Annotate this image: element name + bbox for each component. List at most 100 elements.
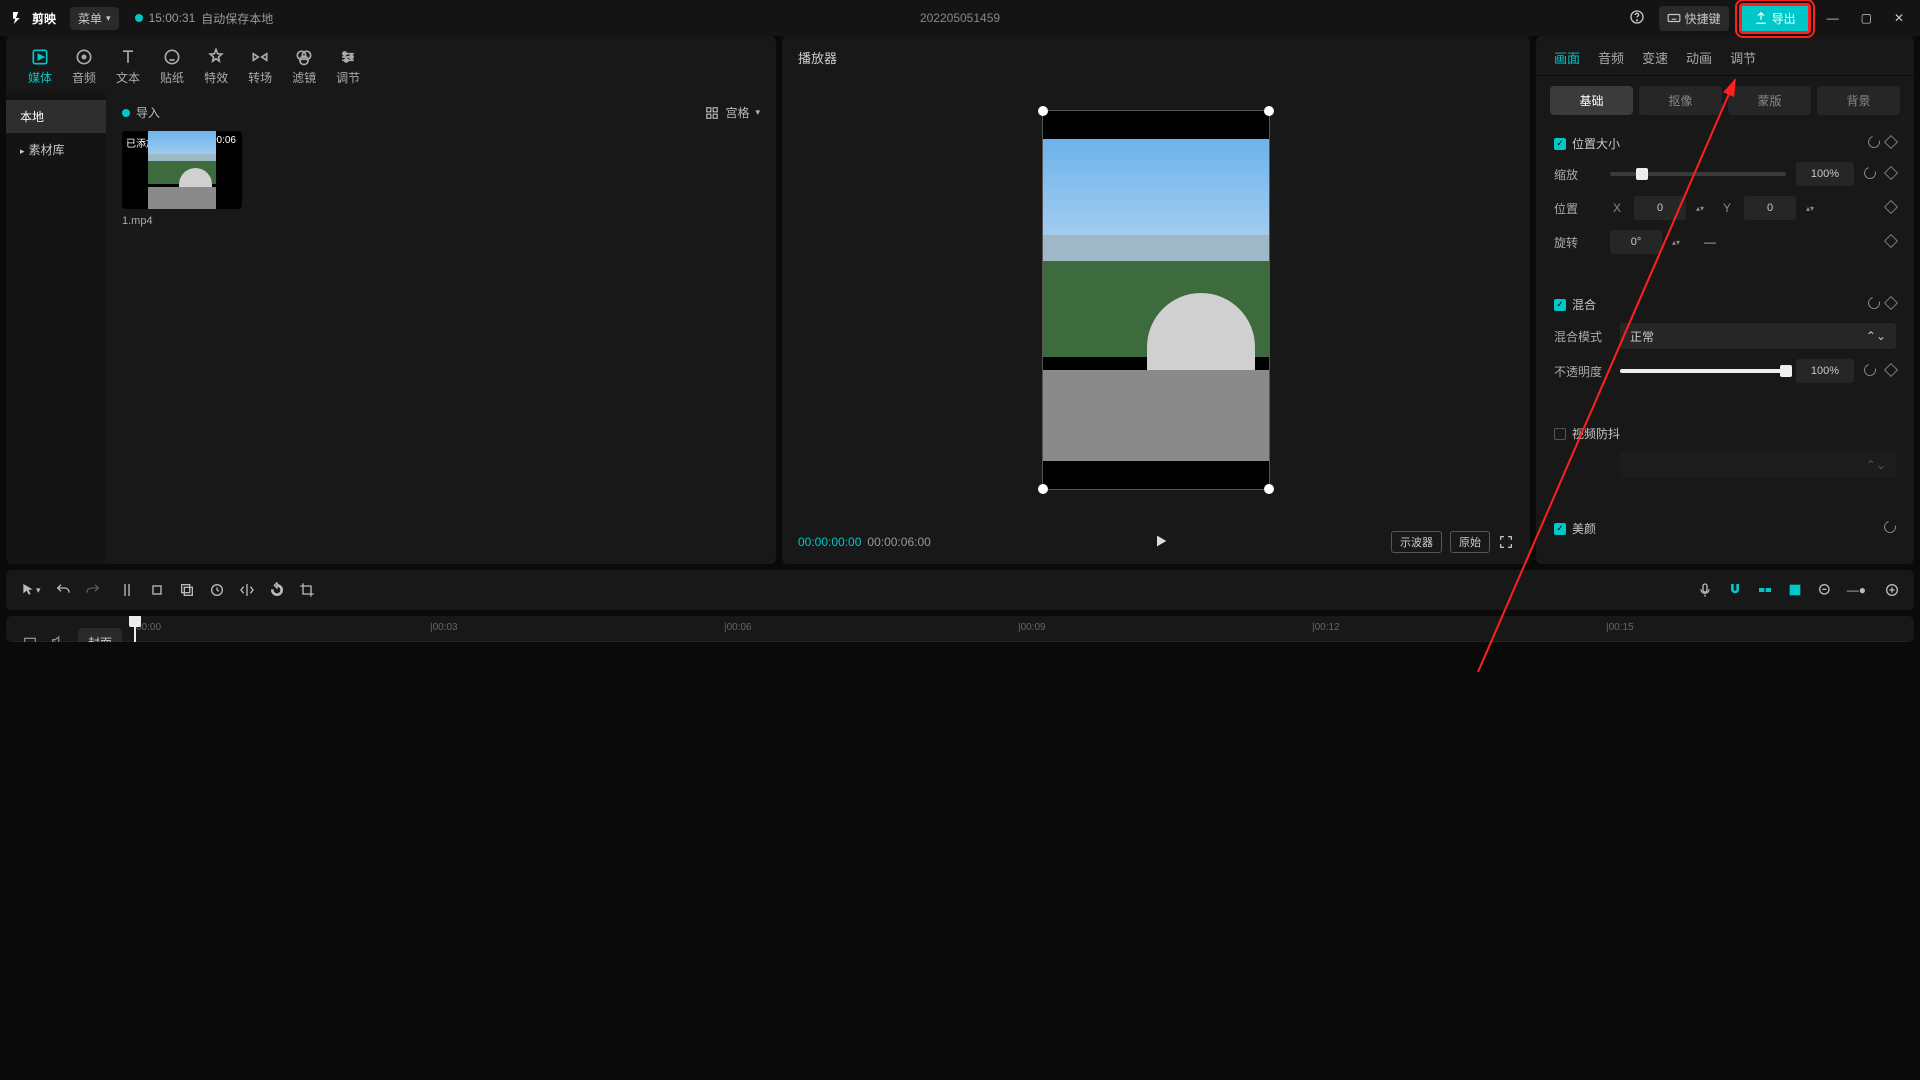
keyframe-icon[interactable] [1886, 136, 1896, 151]
section-label-beauty: 美颜 [1572, 520, 1596, 537]
oscilloscope-button[interactable]: 示波器 [1391, 531, 1442, 553]
mirror-icon[interactable] [239, 582, 255, 598]
tab-sticker[interactable]: 贴纸 [160, 47, 184, 92]
play-button[interactable] [1153, 533, 1169, 552]
copy-icon[interactable] [179, 582, 195, 598]
reset-blend-icon[interactable] [1868, 297, 1880, 312]
prop-tab-speed[interactable]: 变速 [1642, 48, 1668, 67]
view-grid-label: 宫格 [725, 104, 749, 121]
stabilize-select-disabled: ⌃⌄ [1620, 452, 1896, 478]
mic-icon[interactable] [1697, 582, 1713, 598]
reset-scale-icon[interactable] [1864, 167, 1876, 182]
time-total: 00:00:06:00 [867, 535, 930, 549]
media-sidebar: 本地 ▸素材库 [6, 92, 106, 564]
keyframe-position-icon[interactable] [1886, 201, 1896, 215]
tab-text[interactable]: 文本 [116, 47, 140, 92]
reset-beauty-icon[interactable] [1884, 521, 1896, 536]
prop-tab-adjust[interactable]: 调节 [1730, 48, 1756, 67]
tab-media[interactable]: 媒体 [28, 47, 52, 92]
reset-icon[interactable] [1868, 136, 1880, 151]
undo-icon[interactable] [55, 582, 71, 598]
autosave-status: 15:00:31 自动保存本地 [135, 10, 274, 27]
close-icon[interactable]: ✕ [1888, 7, 1910, 29]
import-button[interactable]: 导入 [122, 104, 160, 121]
rotate-reset-icon[interactable]: — [1704, 235, 1716, 249]
maximize-icon[interactable]: ▢ [1855, 7, 1878, 29]
rotate-icon[interactable] [269, 582, 285, 598]
subtab-mask[interactable]: 蒙版 [1728, 86, 1811, 115]
sidebar-item-library[interactable]: ▸素材库 [6, 133, 106, 166]
blend-mode-select[interactable]: 正常 ⌃⌄ [1620, 323, 1896, 349]
zoom-slider-icon[interactable]: —● [1847, 583, 1866, 597]
export-button[interactable]: 导出 [1739, 3, 1811, 34]
reset-opacity-icon[interactable] [1864, 364, 1876, 379]
keyframe-blend-icon[interactable] [1886, 297, 1896, 312]
subtab-cutout[interactable]: 抠像 [1639, 86, 1722, 115]
tab-adjust[interactable]: 调节 [336, 47, 360, 92]
checkbox-blend[interactable]: ✓ [1554, 299, 1566, 311]
view-grid-dropdown[interactable]: 宫格 ▾ [705, 104, 760, 121]
subtab-background[interactable]: 背景 [1817, 86, 1900, 115]
prop-tab-picture[interactable]: 画面 [1554, 48, 1580, 67]
sidebar-item-local[interactable]: 本地 [6, 100, 106, 133]
tab-filter[interactable]: 滤镜 [292, 47, 316, 92]
magnet-main-icon[interactable] [1727, 582, 1743, 598]
track-toggle-icon[interactable] [22, 633, 38, 643]
rotate-stepper[interactable]: ▴▾ [1672, 238, 1686, 247]
opacity-slider[interactable] [1620, 369, 1786, 373]
keyframe-scale-icon[interactable] [1886, 167, 1896, 181]
redo-icon[interactable] [85, 582, 101, 598]
player-canvas[interactable] [1042, 110, 1270, 490]
time-current: 00:00:00:00 [798, 535, 861, 549]
chevron-down-icon: ▾ [106, 13, 111, 24]
pointer-tool-icon[interactable]: ▾ [20, 582, 41, 598]
delete-icon[interactable] [149, 582, 165, 598]
resize-handle-tr[interactable] [1264, 106, 1274, 116]
menu-button[interactable]: 菜单 ▾ [70, 7, 119, 30]
checkbox-stabilize[interactable] [1554, 428, 1566, 440]
position-y-input[interactable]: 0 [1744, 196, 1796, 220]
checkbox-beauty[interactable]: ✓ [1554, 523, 1566, 535]
shortcut-button[interactable]: 快捷键 [1659, 6, 1729, 31]
minimize-icon[interactable]: — [1821, 7, 1845, 29]
status-dot-icon [135, 14, 143, 22]
zoom-out-icon[interactable] [1817, 582, 1833, 598]
cover-button[interactable]: 封面 [78, 628, 122, 643]
scale-value[interactable]: 100% [1796, 162, 1854, 186]
split-icon[interactable] [119, 582, 135, 598]
prop-tab-audio[interactable]: 音频 [1598, 48, 1624, 67]
original-ratio-button[interactable]: 原始 [1450, 531, 1490, 553]
crop-icon[interactable] [299, 582, 315, 598]
preview-axis-icon[interactable] [1787, 582, 1803, 598]
resize-handle-bl[interactable] [1038, 484, 1048, 494]
link-track-icon[interactable] [1757, 582, 1773, 598]
scale-slider[interactable] [1610, 172, 1786, 176]
help-icon[interactable] [1625, 5, 1649, 32]
subtab-basic[interactable]: 基础 [1550, 86, 1633, 115]
rotate-label: 旋转 [1554, 234, 1600, 251]
tab-effect[interactable]: 特效 [204, 47, 228, 92]
checkbox-position-size[interactable]: ✓ [1554, 138, 1566, 150]
x-stepper[interactable]: ▴▾ [1696, 204, 1710, 213]
reverse-icon[interactable] [209, 582, 225, 598]
resize-handle-br[interactable] [1264, 484, 1274, 494]
clip-name: 1.mp4 [122, 215, 242, 227]
timeline-panel: 00:00 |00:03 |00:06 |00:09 |00:12 |00:15… [6, 616, 1914, 642]
media-clip-card[interactable]: 已添加 00:06 1.mp4 [122, 131, 242, 227]
opacity-value[interactable]: 100% [1796, 359, 1854, 383]
audio-toggle-icon[interactable] [50, 633, 66, 643]
tab-transition[interactable]: 转场 [248, 47, 272, 92]
fullscreen-icon[interactable] [1498, 534, 1514, 550]
resize-handle-tl[interactable] [1038, 106, 1048, 116]
position-x-input[interactable]: 0 [1634, 196, 1686, 220]
prop-tab-anim[interactable]: 动画 [1686, 48, 1712, 67]
playhead[interactable] [134, 616, 136, 642]
tab-audio[interactable]: 音频 [72, 47, 96, 92]
y-stepper[interactable]: ▴▾ [1806, 204, 1820, 213]
rotate-input[interactable]: 0° [1610, 230, 1662, 254]
timeline-ruler[interactable]: 00:00 |00:03 |00:06 |00:09 |00:12 |00:15 [6, 616, 1914, 642]
keyframe-opacity-icon[interactable] [1886, 364, 1896, 378]
keyframe-rotate-icon[interactable] [1886, 235, 1896, 249]
zoom-fit-icon[interactable] [1884, 582, 1900, 598]
select-caret-icon: ⌃⌄ [1866, 329, 1886, 343]
